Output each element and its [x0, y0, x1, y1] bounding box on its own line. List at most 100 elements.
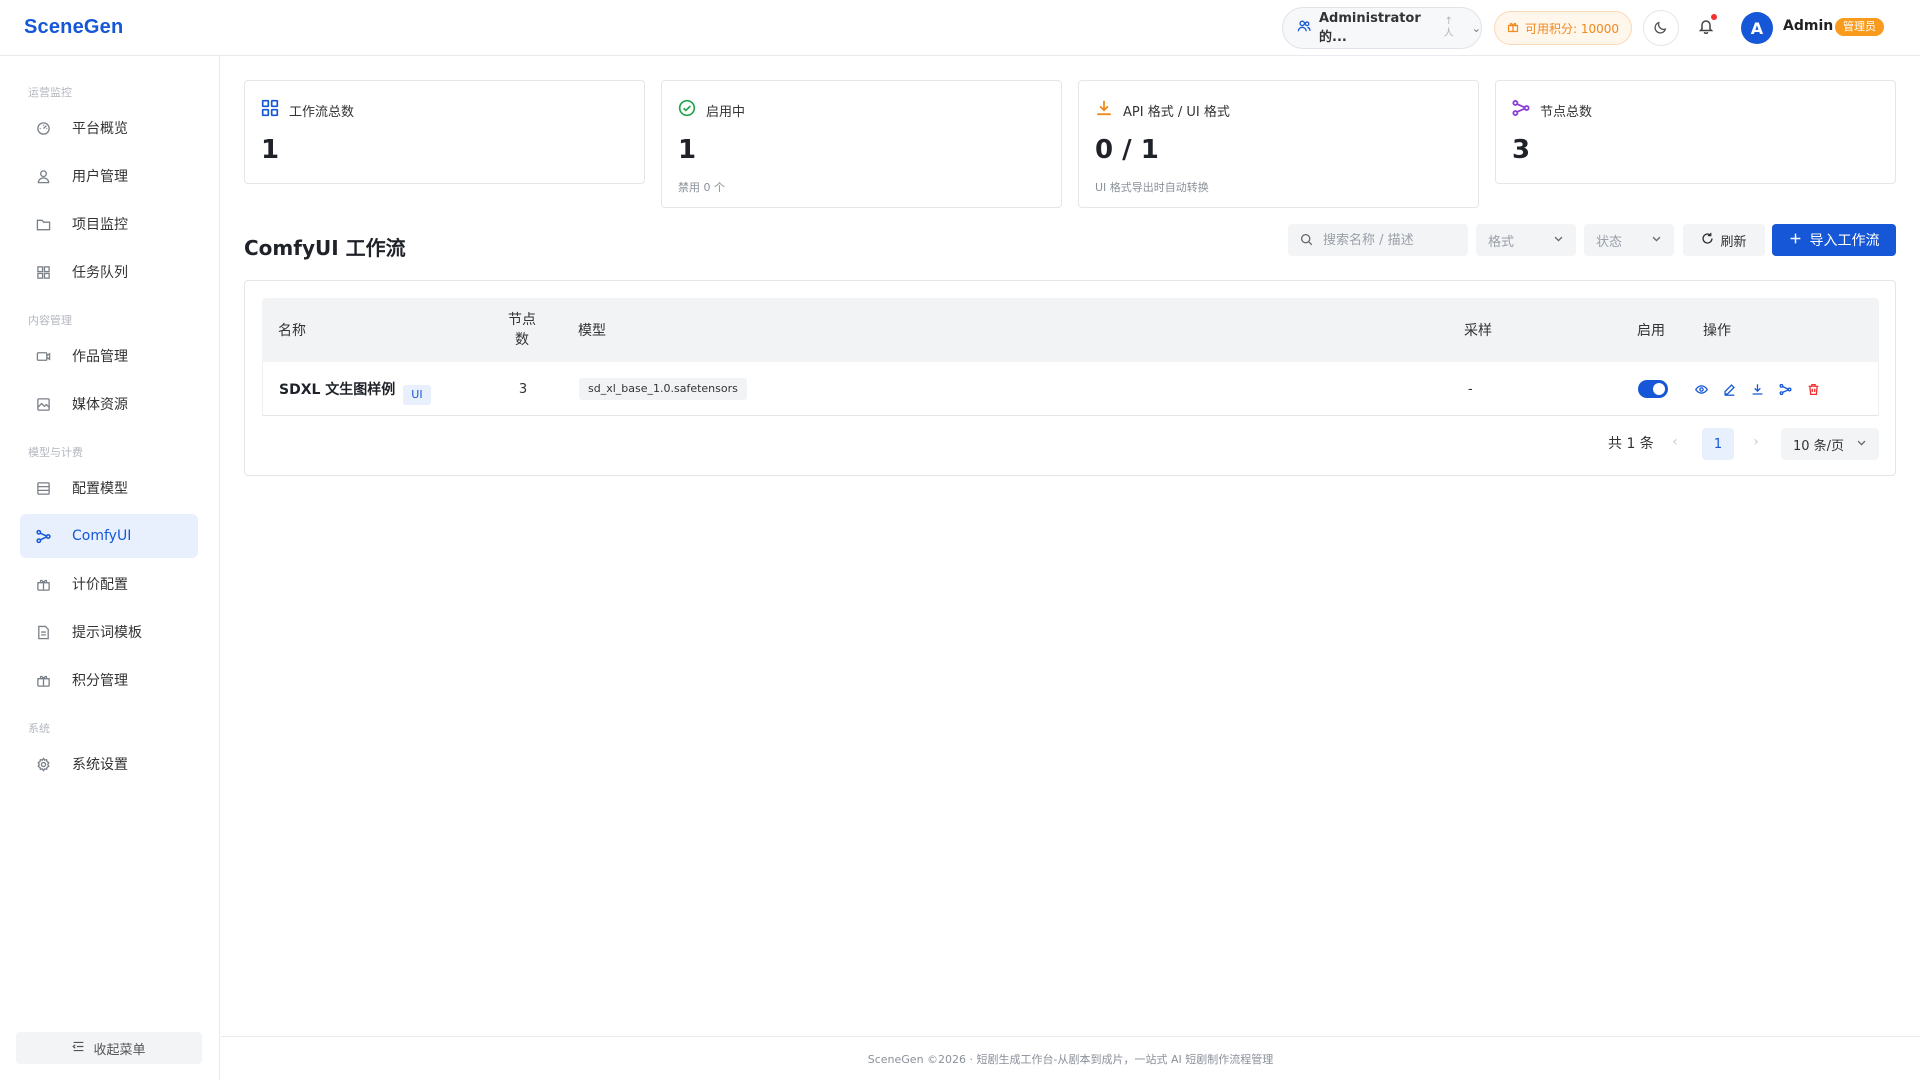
sidebar-item-dashboard[interactable]: 平台概览 — [20, 106, 198, 150]
stat-card-total-workflows: 工作流总数 1 — [244, 80, 645, 184]
chevron-down-icon — [1553, 233, 1564, 248]
sidebar-item-label: 系统设置 — [72, 757, 128, 773]
refresh-icon — [1701, 232, 1714, 249]
person-glyph: 人 — [1443, 28, 1454, 39]
search-icon — [1300, 231, 1313, 250]
sidebar-item-points[interactable]: 积分管理 — [20, 658, 198, 702]
format-select[interactable]: 格式 — [1476, 224, 1576, 256]
plus-icon — [1789, 232, 1802, 249]
sidebar-item-media[interactable]: 媒体资源 — [20, 382, 198, 426]
sidebar-item-label: 平台概览 — [72, 121, 128, 137]
download-icon[interactable] — [1743, 377, 1771, 401]
footer-text: SceneGen ©2026 · 短剧生成工作台-从剧本到成片，一站式 AI 短… — [867, 1052, 1274, 1066]
sidebar-item-label: 计价配置 — [72, 577, 128, 593]
column-header-enabled: 启用 — [1637, 323, 1665, 339]
sidebar-item-works[interactable]: 作品管理 — [20, 334, 198, 378]
avatar[interactable]: A — [1741, 12, 1773, 44]
workflow-name[interactable]: SDXL 文生图样例 — [279, 379, 395, 399]
stat-value: 3 — [1512, 135, 1531, 165]
workflow-name-cell: SDXL 文生图样例 UI — [279, 362, 431, 416]
dashboard-icon — [34, 119, 52, 137]
import-workflow-label: 导入工作流 — [1809, 233, 1880, 249]
stat-card-formats: API 格式 / UI 格式 0 / 1 UI 格式导出时自动转换 — [1078, 80, 1479, 208]
sidebar-item-label: 媒体资源 — [72, 397, 128, 413]
gift-icon — [34, 671, 52, 689]
tenant-name: Administrator 的... — [1319, 11, 1421, 45]
users-icon — [1297, 19, 1311, 37]
notification-dot — [1711, 14, 1717, 20]
user-name[interactable]: Admin — [1783, 18, 1833, 34]
sidebar-item-comfyui[interactable]: ComfyUI — [20, 514, 198, 558]
sidebar-item-label: 作品管理 — [72, 349, 128, 365]
bell-icon — [1698, 18, 1714, 38]
format-tag: UI — [403, 385, 431, 405]
sidebar-item-settings[interactable]: 系统设置 — [20, 742, 198, 786]
refresh-button[interactable]: 刷新 — [1683, 224, 1765, 256]
collapse-menu-button[interactable]: 收起菜单 — [16, 1032, 202, 1064]
workflow-icon — [1512, 99, 1530, 121]
chevron-down-icon — [1651, 233, 1662, 248]
status-select[interactable]: 状态 — [1584, 224, 1674, 256]
top-header: SceneGen Administrator 的... ↑ 人 ⌄ 可用积分: … — [0, 0, 1920, 56]
tenant-switcher[interactable]: Administrator 的... ↑ 人 ⌄ — [1282, 7, 1482, 49]
search-input[interactable] — [1323, 232, 1453, 248]
pagination-next-icon[interactable]: › — [1746, 430, 1766, 454]
sidebar-item-label: 任务队列 — [72, 265, 128, 281]
sidebar-item-label: 项目监控 — [72, 217, 128, 233]
grid-icon — [34, 263, 52, 281]
gift-icon — [34, 575, 52, 593]
node-count: 3 — [518, 381, 528, 397]
chevron-down-icon: ⌄ — [1471, 21, 1481, 35]
model-cell: sd_xl_base_1.0.safetensors — [579, 362, 747, 416]
page-title: ComfyUI 工作流 — [244, 236, 406, 260]
moon-icon — [1654, 19, 1668, 38]
stat-subtext: UI 格式导出时自动转换 — [1095, 181, 1209, 194]
tenant-sort-indicator: ↑ 人 — [1444, 16, 1454, 40]
sidebar-item-model-config[interactable]: 配置模型 — [20, 466, 198, 510]
table-header: 名称 节点数 模型 采样 启用 操作 — [262, 298, 1879, 362]
delete-icon[interactable] — [1799, 377, 1827, 401]
notification-button[interactable] — [1692, 14, 1720, 42]
edit-icon[interactable] — [1715, 377, 1743, 401]
sidebar-item-users[interactable]: 用户管理 — [20, 154, 198, 198]
page-footer: SceneGen ©2026 · 短剧生成工作台-从剧本到成片，一站式 AI 短… — [221, 1036, 1920, 1080]
sidebar-item-label: 用户管理 — [72, 169, 128, 185]
sidebar-item-projects[interactable]: 项目监控 — [20, 202, 198, 246]
stat-value: 0 / 1 — [1095, 135, 1159, 165]
actions-cell — [1687, 362, 1827, 416]
collapse-menu-label: 收起菜单 — [93, 1042, 146, 1058]
page-size-value: 10 条/页 — [1793, 438, 1845, 454]
enabled-cell — [1638, 362, 1668, 416]
status-select-placeholder: 状态 — [1596, 234, 1623, 250]
workflow-icon — [34, 527, 52, 545]
stat-value: 1 — [678, 135, 697, 165]
refresh-label: 刷新 — [1720, 234, 1747, 250]
search-field[interactable] — [1288, 224, 1468, 256]
sidebar-item-pricing[interactable]: 计价配置 — [20, 562, 198, 606]
points-balance[interactable]: 可用积分: 10000 — [1494, 11, 1632, 45]
pagination-total: 共 1 条 — [1608, 436, 1654, 452]
sidebar-item-task-queue[interactable]: 任务队列 — [20, 250, 198, 294]
stat-subtext: 禁用 0 个 — [678, 181, 725, 194]
theme-toggle-button[interactable] — [1643, 10, 1679, 46]
app-logo[interactable]: SceneGen — [24, 16, 123, 39]
video-icon — [34, 347, 52, 365]
enabled-toggle[interactable] — [1638, 380, 1668, 398]
gear-icon — [34, 755, 52, 773]
sidebar-item-prompt-templates[interactable]: 提示词模板 — [20, 610, 198, 654]
gift-icon — [1507, 21, 1519, 36]
workflow-icon[interactable] — [1771, 377, 1799, 401]
chevron-down-icon — [1856, 437, 1867, 452]
page-size-select[interactable]: 10 条/页 — [1781, 428, 1879, 460]
model-tag: sd_xl_base_1.0.safetensors — [579, 378, 747, 400]
pagination-prev-icon[interactable]: ‹ — [1665, 430, 1685, 454]
pagination-current-page[interactable]: 1 — [1702, 428, 1734, 460]
sidebar: 运营监控 平台概览 用户管理 项目监控 任务队列 内容管理 作品管理 媒体资源 … — [0, 56, 220, 1080]
import-workflow-button[interactable]: 导入工作流 — [1772, 224, 1896, 256]
stat-card-enabled: 启用中 1 禁用 0 个 — [661, 80, 1062, 208]
list-icon — [34, 479, 52, 497]
view-icon[interactable] — [1687, 377, 1715, 401]
sidebar-item-label: 提示词模板 — [72, 625, 142, 641]
user-icon — [34, 167, 52, 185]
table-row[interactable]: SDXL 文生图样例 UI 3 sd_xl_base_1.0.safetenso… — [262, 362, 1879, 416]
